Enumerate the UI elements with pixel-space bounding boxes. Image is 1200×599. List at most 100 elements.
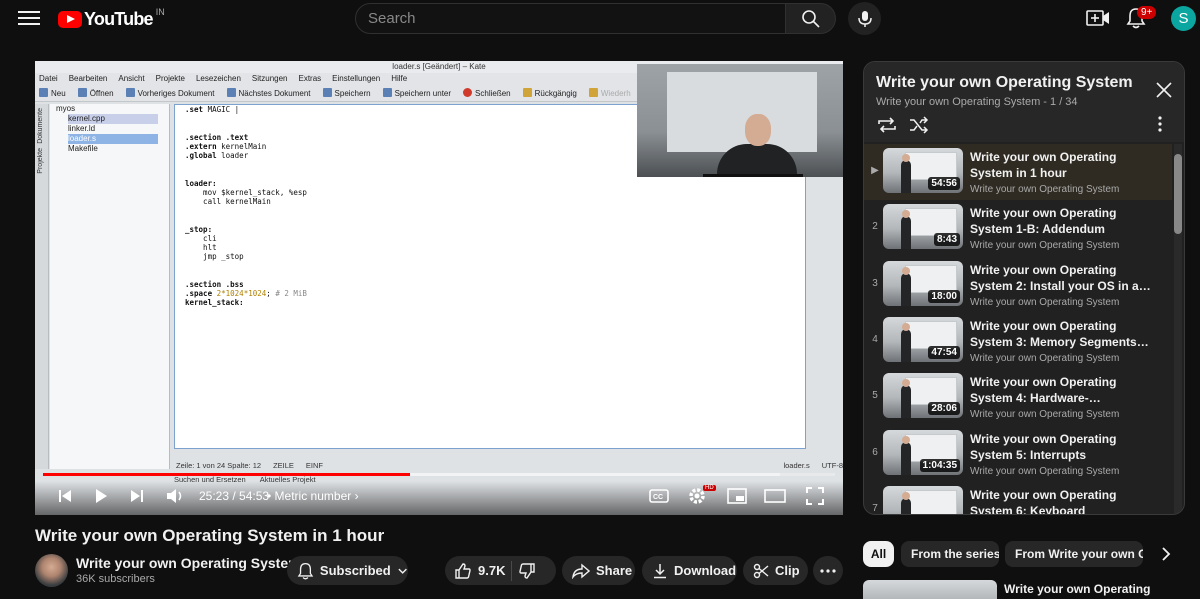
video-plus-icon	[1086, 10, 1109, 26]
thumbnail-presenter	[901, 491, 911, 514]
playlist-item-channel: Write your own Operating System	[970, 184, 1120, 195]
recommended-thumbnail[interactable]	[863, 580, 997, 599]
create-button[interactable]	[1086, 7, 1110, 29]
playlist-item-thumbnail[interactable]: 8:43	[883, 204, 963, 250]
kate-status-item: loader.s	[783, 461, 810, 470]
player-controls-bar	[35, 481, 843, 515]
more-horizontal-icon	[820, 568, 836, 573]
playlist-item-thumbnail[interactable]: 1:04:35	[883, 429, 963, 475]
playlist-item-duration: 8:43	[933, 233, 960, 247]
thumbnail-whiteboard	[905, 320, 957, 349]
playlist-item-channel: Write your own Operating System	[970, 296, 1120, 308]
chip-all[interactable]: All	[863, 541, 894, 567]
like-button[interactable]: 9.7K	[454, 562, 505, 580]
mute-button[interactable]	[163, 486, 187, 506]
share-label: Share	[596, 563, 633, 578]
progress-bar[interactable]	[43, 473, 835, 476]
theater-mode-button[interactable]	[763, 486, 787, 506]
channel-name[interactable]: Write your own Operating System	[76, 555, 301, 571]
kate-status-bar: Zeile: 1 von 24 Spalte: 12 ZEILE EINF lo…	[174, 460, 843, 472]
playlist-panel: Write your own Operating System Write yo…	[863, 61, 1185, 515]
playlist-item-thumbnail[interactable]	[883, 485, 963, 514]
download-icon	[654, 563, 666, 578]
channel-avatar[interactable]	[35, 554, 68, 587]
playlist-item-index: 2	[872, 221, 878, 233]
playlist-item-thumbnail[interactable]: 18:00	[883, 260, 963, 306]
download-label: Download	[674, 563, 737, 578]
playlist-scrollbar[interactable]	[1174, 144, 1182, 514]
playlist-item[interactable]: ▶ 54:56 Write your own Operating System in…	[864, 144, 1172, 200]
playlist-item[interactable]: 6 1:04:35 Write your own Operating System …	[864, 426, 1172, 482]
playlist-item-title: Write your own Operating System 1-B: Add…	[970, 206, 1117, 237]
fullscreen-button[interactable]	[803, 486, 827, 506]
video-player[interactable]: loader.s [Geändert] – Kate Datei Bearbei…	[35, 61, 843, 515]
chip-from-channel[interactable]: From Write your own Ope	[1005, 541, 1143, 567]
playlist-item-thumbnail[interactable]: 28:06	[883, 373, 963, 419]
chevron-down-icon	[398, 568, 407, 574]
playlist-item-duration: 47:54	[928, 345, 960, 359]
playlist-item-duration: 18:00	[928, 289, 960, 303]
thumbnail-presenter	[901, 266, 911, 306]
play-button[interactable]	[90, 486, 112, 506]
playlist-title[interactable]: Write your own Operating System	[876, 74, 1133, 92]
kate-status-item: EINF	[305, 461, 323, 470]
like-dislike-group: 9.7K	[445, 556, 556, 585]
youtube-play-icon	[58, 11, 82, 28]
clip-label: Clip	[775, 563, 800, 578]
youtube-logo[interactable]: YouTube IN	[58, 7, 165, 30]
search-button[interactable]	[786, 3, 836, 34]
playlist-item-thumbnail[interactable]: 54:56	[883, 148, 963, 193]
voice-search-button[interactable]	[848, 2, 881, 35]
previous-button[interactable]	[55, 486, 75, 506]
fullscreen-icon	[806, 487, 824, 505]
chip-from-the-series[interactable]: From the series	[901, 541, 999, 567]
dislike-button[interactable]	[518, 562, 536, 580]
playlist-item[interactable]: 4 47:54 Write your own Operating System 3:…	[864, 313, 1172, 369]
playlist-scrollbar-thumb[interactable]	[1174, 154, 1182, 234]
kate-tree-item: kernel.cpp	[68, 114, 158, 124]
miniplayer-button[interactable]	[725, 486, 749, 506]
playlist-more-button[interactable]	[1158, 116, 1168, 136]
playlist-item[interactable]: 5 28:06 Write your own Operating System 4:…	[864, 369, 1172, 425]
share-button[interactable]: Share	[562, 556, 635, 585]
next-button[interactable]	[127, 486, 147, 506]
share-icon	[572, 562, 590, 579]
svg-text:CC: CC	[653, 494, 663, 501]
more-actions-button[interactable]	[813, 556, 843, 585]
close-icon	[1156, 82, 1172, 98]
kate-status-item: Zeile: 1 von 24 Spalte: 12	[176, 461, 262, 470]
playlist-item-index: 7	[872, 502, 878, 514]
loop-icon	[878, 117, 896, 133]
playlist-item[interactable]: 7 Write your own Operating System 6: Keyb…	[864, 482, 1172, 514]
shuffle-playlist-button[interactable]	[908, 116, 930, 136]
search-input[interactable]	[356, 4, 785, 33]
subtitles-button[interactable]: CC	[647, 486, 671, 506]
kate-tool: Rückgängig	[523, 88, 577, 98]
playlist-item[interactable]: 2 8:43 Write your own Operating System 1-B…	[864, 200, 1172, 256]
kate-tree-item: linker.ld	[68, 124, 96, 133]
playlist-item-index: 3	[872, 277, 878, 289]
thumbnail-whiteboard	[905, 377, 957, 406]
playlist-item[interactable]: 3 18:00 Write your own Operating System 2:…	[864, 257, 1172, 313]
kate-tree-item: loader.s	[68, 134, 158, 144]
close-playlist-button[interactable]	[1154, 80, 1174, 100]
recommended-title[interactable]: Write your own Operating	[1004, 582, 1150, 596]
thumbnail-presenter	[901, 154, 911, 193]
chips-next-button[interactable]	[1156, 544, 1176, 564]
closed-captions-icon: CC	[649, 489, 669, 503]
hamburger-menu-icon[interactable]	[18, 8, 40, 28]
kate-status-item: ZEILE	[273, 461, 294, 470]
thumbnail-whiteboard	[905, 264, 957, 293]
clip-button[interactable]: Clip	[743, 556, 808, 585]
chapter-button[interactable]: • Metric number ›	[267, 489, 359, 503]
loop-playlist-button[interactable]	[876, 116, 898, 136]
subscribed-label: Subscribed	[319, 563, 391, 578]
volume-icon	[167, 489, 182, 503]
subscribed-button[interactable]: Subscribed	[287, 556, 408, 585]
download-button[interactable]: Download	[642, 556, 737, 585]
kate-menu-item: Projekte	[155, 74, 185, 83]
account-avatar[interactable]: S	[1171, 6, 1196, 31]
bell-icon	[297, 562, 314, 579]
playlist-item-thumbnail[interactable]: 47:54	[883, 316, 963, 362]
top-bar: YouTube IN 9+ S	[0, 0, 1200, 37]
